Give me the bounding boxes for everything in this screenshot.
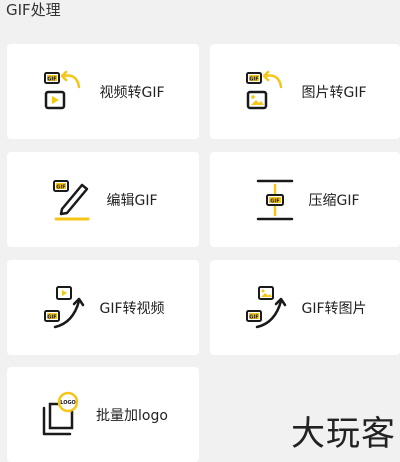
- video-to-gif-button[interactable]: GIF 视频转GIF: [7, 44, 199, 139]
- video-to-gif-icon: GIF: [44, 70, 81, 109]
- card-label: 批量加logo: [96, 407, 168, 424]
- section-title: GIF处理: [6, 1, 61, 19]
- svg-text:GIF: GIF: [271, 198, 280, 204]
- gif-to-image-button[interactable]: GIF GIF转图片: [210, 260, 400, 355]
- gif-to-video-icon: GIF: [44, 285, 85, 328]
- card-label: 视频转GIF: [99, 84, 165, 101]
- batch-logo-icon: LOGO: [42, 391, 79, 435]
- edit-gif-icon: GIF: [53, 179, 90, 220]
- gif-to-image-icon: GIF: [246, 285, 287, 328]
- watermark-text: 大玩客: [291, 414, 396, 454]
- batch-logo-button[interactable]: LOGO 批量加logo: [7, 367, 199, 462]
- svg-text:GIF: GIF: [57, 184, 66, 190]
- svg-text:GIF: GIF: [250, 76, 259, 82]
- svg-text:GIF: GIF: [48, 314, 57, 320]
- compress-gif-icon: GIF: [257, 179, 294, 220]
- svg-text:GIF: GIF: [250, 314, 259, 320]
- edit-gif-button[interactable]: GIF 编辑GIF: [7, 152, 199, 247]
- card-label: GIF转视频: [99, 300, 165, 317]
- image-to-gif-icon: GIF: [246, 70, 283, 109]
- image-to-gif-button[interactable]: GIF 图片转GIF: [210, 44, 400, 139]
- gif-to-video-button[interactable]: GIF GIF转视频: [7, 260, 199, 355]
- card-label: 压缩GIF: [308, 192, 360, 209]
- svg-text:LOGO: LOGO: [60, 400, 76, 406]
- card-label: GIF转图片: [301, 300, 367, 317]
- compress-gif-button[interactable]: GIF 压缩GIF: [210, 152, 400, 247]
- card-label: 编辑GIF: [106, 192, 158, 209]
- card-label: 图片转GIF: [301, 84, 367, 101]
- svg-text:GIF: GIF: [48, 76, 57, 82]
